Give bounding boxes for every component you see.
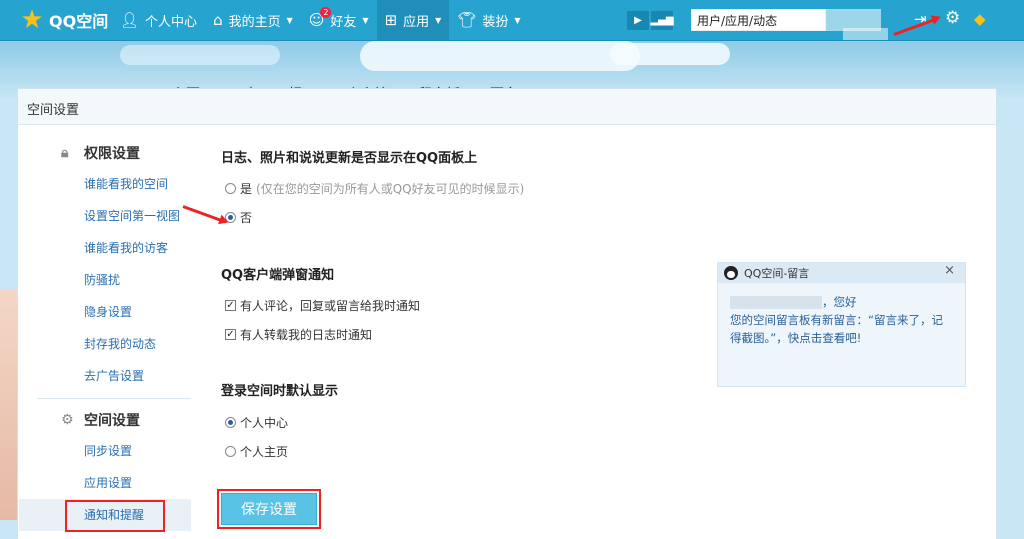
gear-icon[interactable]: ⚙ xyxy=(945,8,960,28)
option-label: 个人中心 xyxy=(240,416,289,430)
play-icon[interactable]: ▶ xyxy=(627,11,649,30)
popup-message-line: 您的空间留言板有新留言：“留言来了，记 xyxy=(730,313,943,327)
logo-text: QQ空间 xyxy=(49,12,109,31)
option-notify-comments[interactable]: ✓ 有人评论，回复或留言给我时通知 xyxy=(225,297,420,314)
question-popup-notify: QQ客户端弹窗通知 xyxy=(221,268,335,283)
blurred-username xyxy=(843,28,888,40)
option-label: 是 xyxy=(240,182,253,196)
caret-down-icon: ▼ xyxy=(514,15,521,25)
sidebar-section-space-settings: ⚙ 空间设置 xyxy=(19,405,191,435)
radio-personal-homepage[interactable] xyxy=(225,446,236,457)
sidebar-item-stealth[interactable]: 隐身设置 xyxy=(19,296,191,328)
nav-label: 应用 xyxy=(403,14,430,30)
option-personal-center[interactable]: 个人中心 xyxy=(225,414,288,431)
sidebar-item-archive-feeds[interactable]: 封存我的动态 xyxy=(19,328,191,360)
nav-label: 好友 xyxy=(330,14,357,30)
diamond-icon[interactable]: ◆ xyxy=(974,10,986,28)
lock-icon: 🔒︎ xyxy=(61,145,69,161)
option-label: 否 xyxy=(240,211,253,225)
gear-icon: ⚙ xyxy=(61,412,74,428)
section-title: 空间设置 xyxy=(84,413,140,429)
question-default-view: 登录空间时默认显示 xyxy=(221,384,339,399)
sidebar-divider xyxy=(37,398,191,399)
popup-greeting: ，您好 xyxy=(822,295,857,309)
settings-sidebar: 🔒︎ 权限设置 谁能看我的空间 设置空间第一视图 谁能看我的访客 防骚扰 隐身设… xyxy=(19,138,191,531)
nav-personal-center[interactable]: 👤︎ 个人中心 xyxy=(112,0,205,41)
qzone-logo[interactable]: ★ QQ空间 xyxy=(0,6,112,34)
panel-header: 空间设置 xyxy=(18,89,996,125)
qq-penguin-icon xyxy=(724,266,738,280)
option-label: 个人主页 xyxy=(240,445,289,459)
sidebar-item-visitors[interactable]: 谁能看我的访客 xyxy=(19,232,191,264)
notification-badge: 2 xyxy=(320,6,332,18)
annotation-box xyxy=(65,500,165,532)
shirt-icon: 👕︎ xyxy=(457,10,477,29)
popup-body: ，您好 您的空间留言板有新留言：“留言来了，记 得截图。”，快点击查看吧! xyxy=(718,283,965,357)
nav-friends[interactable]: ☺ 2 好友 ▼ xyxy=(301,0,377,41)
radio-yes[interactable] xyxy=(225,183,236,194)
nav-label: 装扮 xyxy=(482,14,509,30)
star-logo-icon: ★ xyxy=(20,5,44,35)
sidebar-item-anti-harass[interactable]: 防骚扰 xyxy=(19,264,191,296)
sidebar-item-first-view[interactable]: 设置空间第一视图 xyxy=(19,200,191,232)
sidebar-item-who-can-view[interactable]: 谁能看我的空间 xyxy=(19,168,191,200)
caret-down-icon: ▼ xyxy=(362,15,369,25)
music-player: ▶ ▂▄▆ xyxy=(627,11,674,30)
sidebar-item-apps[interactable]: 应用设置 xyxy=(19,467,191,499)
radio-personal-center[interactable] xyxy=(225,417,236,428)
popup-message-line: 得截图。”，快点击查看吧! xyxy=(730,331,862,345)
sidebar-section-permissions: 🔒︎ 权限设置 xyxy=(19,138,191,168)
panel-title: 空间设置 xyxy=(27,103,80,118)
top-navigation-bar: ★ QQ空间 👤︎ 个人中心 ⌂ 我的主页 ▼ ☺ 2 好友 ▼ ⊞ 应用 ▼ 👕… xyxy=(0,0,1024,41)
apps-icon: ⊞ xyxy=(384,10,398,29)
blurred-username xyxy=(730,296,822,309)
notification-popup-preview[interactable]: QQ空间-留言 × ，您好 您的空间留言板有新留言：“留言来了，记 得截图。”，… xyxy=(717,262,966,387)
section-title: 权限设置 xyxy=(84,146,140,162)
nav-my-homepage[interactable]: ⌂ 我的主页 ▼ xyxy=(205,0,301,41)
nav-decorate[interactable]: 👕︎ 装扮 ▼ xyxy=(449,0,528,41)
popup-title: QQ空间-留言 xyxy=(744,267,810,280)
search-input[interactable] xyxy=(691,9,826,31)
checkbox-comments[interactable]: ✓ xyxy=(225,300,236,311)
equalizer-icon[interactable]: ▂▄▆ xyxy=(650,11,674,30)
home-icon: ⌂ xyxy=(213,10,223,29)
sidebar-item-ad-removal[interactable]: 去广告设置 xyxy=(19,360,191,392)
nav-apps[interactable]: ⊞ 应用 ▼ xyxy=(376,0,450,41)
nav-label: 个人中心 xyxy=(145,14,198,30)
friends-icon: ☺ 2 xyxy=(309,6,332,28)
option-personal-homepage[interactable]: 个人主页 xyxy=(225,443,288,460)
option-label: 有人评论，回复或留言给我时通知 xyxy=(240,299,421,313)
question-panel-display: 日志、照片和说说更新是否显示在QQ面板上 xyxy=(221,151,478,166)
background-figure xyxy=(0,290,18,520)
user-icon: 👤︎ xyxy=(120,10,140,29)
popup-header: QQ空间-留言 × xyxy=(718,263,965,283)
option-label: 有人转载我的日志时通知 xyxy=(240,328,373,342)
option-show-yes[interactable]: 是 (仅在您的空间为所有人或QQ好友可见的时候显示) xyxy=(225,180,524,197)
checkbox-repost[interactable]: ✓ xyxy=(225,329,236,340)
save-settings-button[interactable]: 保存设置 xyxy=(221,493,317,525)
caret-down-icon: ▼ xyxy=(435,15,442,25)
option-notify-repost[interactable]: ✓ 有人转载我的日志时通知 xyxy=(225,326,372,343)
nav-label: 我的主页 xyxy=(228,14,281,30)
caret-down-icon: ▼ xyxy=(286,15,293,25)
option-note: (仅在您的空间为所有人或QQ好友可见的时候显示) xyxy=(256,182,525,196)
close-icon[interactable]: × xyxy=(944,263,955,278)
sidebar-item-sync[interactable]: 同步设置 xyxy=(19,435,191,467)
